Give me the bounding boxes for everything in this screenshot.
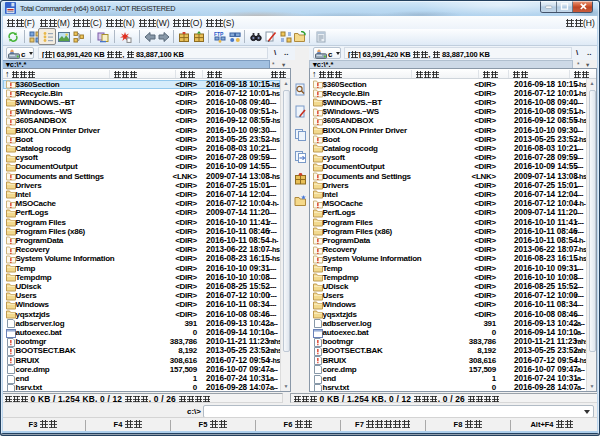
svg-text:FTP: FTP [214, 31, 224, 37]
